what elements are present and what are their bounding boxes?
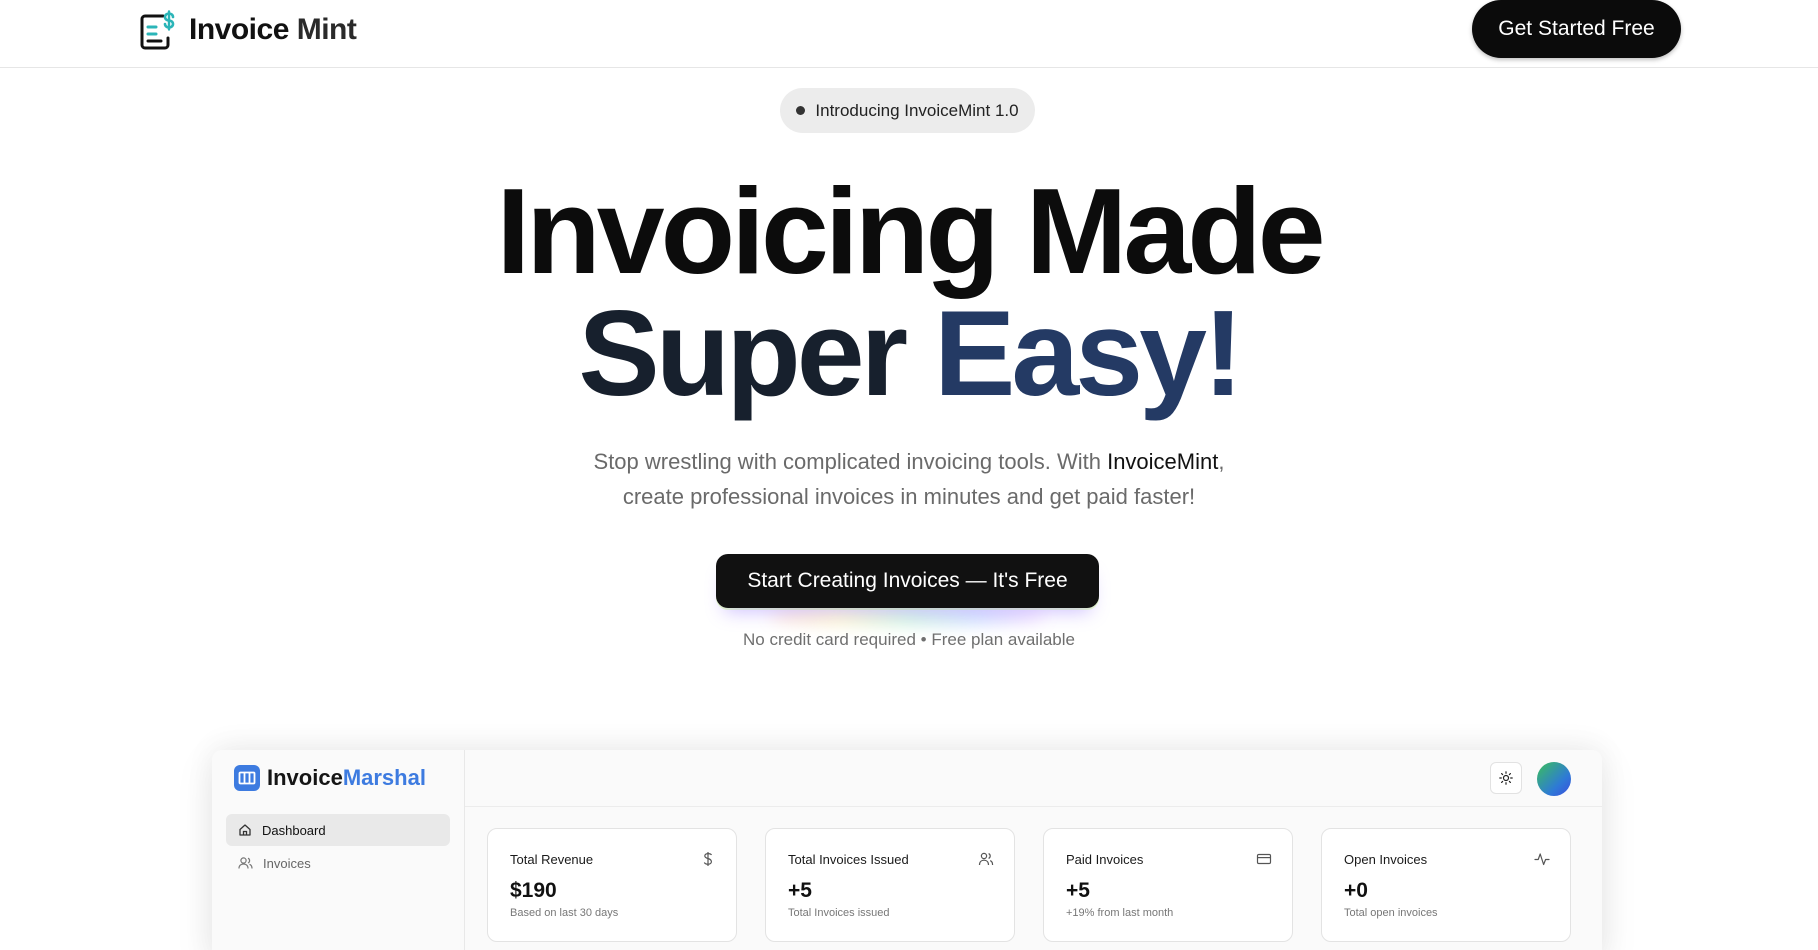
brand-name-part2: Mint bbox=[296, 13, 357, 46]
card-title: Open Invoices bbox=[1344, 852, 1428, 867]
get-started-button[interactable]: Get Started Free bbox=[1472, 0, 1681, 58]
hero-subtitle-line1: Stop wrestling with complicated invoicin… bbox=[0, 444, 1818, 479]
users-icon bbox=[978, 852, 994, 866]
card-subtext: Total open invoices bbox=[1344, 907, 1438, 919]
users-icon bbox=[238, 857, 253, 869]
sun-icon bbox=[1499, 771, 1513, 785]
subtitle-comma: , bbox=[1218, 449, 1225, 474]
card-subtext: Total Invoices issued bbox=[788, 907, 890, 919]
brand-name-part1: Invoice bbox=[189, 13, 297, 46]
intro-badge-label: Introducing InvoiceMint 1.0 bbox=[815, 100, 1019, 120]
invoice-logo-icon bbox=[140, 10, 175, 50]
sidebar-item-label: Invoices bbox=[263, 855, 311, 871]
dollar-icon bbox=[703, 852, 713, 866]
card-value: +0 bbox=[1344, 879, 1368, 902]
hero-title-line1: Invoicing Made bbox=[496, 163, 1325, 299]
card-value: +5 bbox=[788, 879, 812, 902]
hero-subtitle-line2: create professional invoices in minutes … bbox=[622, 484, 1196, 509]
card-title: Total Revenue bbox=[510, 852, 594, 867]
brand-logo[interactable]: Invoice Mint bbox=[139, 8, 357, 52]
card-title: Total Invoices Issued bbox=[788, 852, 909, 867]
stat-card-total-invoices-issued: Total Invoices Issued +5 Total Invoices … bbox=[765, 828, 1015, 942]
card-title: Paid Invoices bbox=[1066, 852, 1144, 867]
theme-toggle-button[interactable] bbox=[1490, 762, 1522, 794]
card-subtext: Based on last 30 days bbox=[510, 907, 619, 919]
dashboard-sidebar: InvoiceMarshal Dashboard Invoices bbox=[212, 750, 465, 950]
stat-card-open-invoices: Open Invoices +0 Total open invoices bbox=[1321, 828, 1571, 942]
credit-card-icon bbox=[1256, 853, 1272, 865]
subtitle-text: Stop wrestling with complicated invoicin… bbox=[593, 449, 1108, 474]
card-subtext: +19% from last month bbox=[1066, 907, 1174, 919]
dashboard-preview: InvoiceMarshal Dashboard Invoices Total … bbox=[212, 750, 1602, 950]
brand-name: Invoice Mint bbox=[189, 13, 357, 47]
intro-badge[interactable]: Introducing InvoiceMint 1.0 bbox=[780, 88, 1035, 133]
hero-title-accent: Easy! bbox=[934, 285, 1244, 421]
subtitle-brand: InvoiceMint bbox=[1107, 449, 1219, 474]
cta-glow bbox=[770, 606, 1045, 626]
stat-card-paid-invoices: Paid Invoices +5 +19% from last month bbox=[1043, 828, 1293, 942]
hero-title-line2: Super Easy! bbox=[0, 292, 1818, 414]
home-icon bbox=[239, 824, 251, 836]
card-value: +5 bbox=[1066, 879, 1090, 902]
start-creating-invoices-button[interactable]: Start Creating Invoices — It's Free bbox=[716, 554, 1099, 608]
dashboard-brand-name: InvoiceMarshal bbox=[267, 765, 426, 791]
dashboard-brand-part2: Marshal bbox=[342, 765, 426, 790]
sidebar-item-invoices[interactable]: Invoices bbox=[226, 847, 450, 879]
sidebar-item-label: Dashboard bbox=[262, 822, 326, 838]
stat-card-total-revenue: Total Revenue $190 Based on last 30 days bbox=[487, 828, 737, 942]
top-navbar: Invoice Mint Get Started Free bbox=[0, 0, 1818, 68]
dashboard-brand[interactable]: InvoiceMarshal bbox=[234, 765, 426, 791]
sidebar-item-dashboard[interactable]: Dashboard bbox=[226, 814, 450, 846]
cta-note: No credit card required • Free plan avai… bbox=[743, 630, 1075, 649]
dashboard-topbar bbox=[465, 750, 1602, 807]
map-icon bbox=[234, 765, 260, 791]
card-value: $190 bbox=[510, 879, 557, 902]
activity-icon bbox=[1534, 853, 1550, 866]
dashboard-brand-part1: Invoice bbox=[267, 765, 343, 790]
user-avatar[interactable] bbox=[1537, 762, 1571, 796]
hero-title-plain: Super bbox=[578, 285, 935, 421]
dot-icon bbox=[796, 106, 806, 115]
